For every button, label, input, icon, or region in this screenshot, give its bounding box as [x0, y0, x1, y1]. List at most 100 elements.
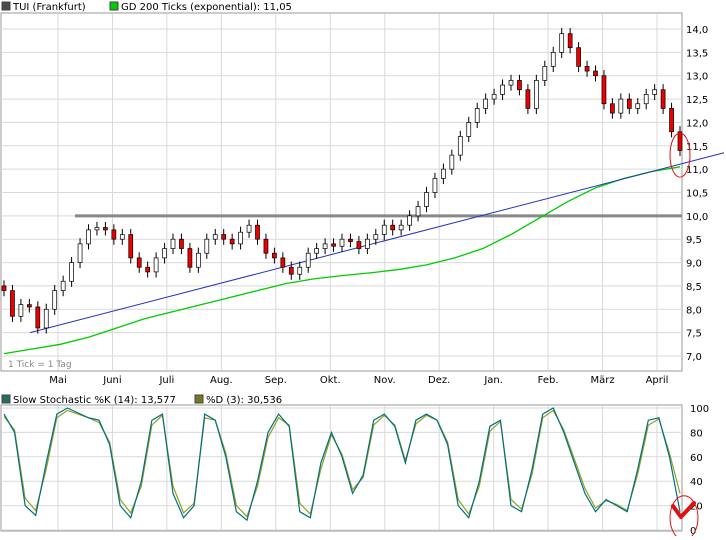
- candle-body: [187, 248, 193, 268]
- candle-body: [618, 98, 624, 114]
- time-tick-label: Jan.: [483, 375, 503, 386]
- candle-body: [212, 234, 218, 240]
- candle-body: [229, 238, 235, 245]
- candle-body: [170, 238, 176, 249]
- time-tick-label: Mai: [49, 375, 67, 386]
- k-legend-label: Slow Stochastic %K (14): 13,577: [13, 395, 176, 406]
- price-tick-label: 7,0: [686, 352, 702, 363]
- candle-body: [111, 229, 117, 240]
- candle-body: [373, 234, 379, 240]
- candle-body: [533, 80, 539, 109]
- sma-legend-swatch: [109, 1, 119, 11]
- candle-body: [348, 238, 353, 242]
- candle-body: [424, 192, 429, 207]
- candle-body: [35, 306, 41, 329]
- stock-chart: 14,013,513,012,512,011,511,010,510,09,59…: [0, 1, 725, 540]
- time-tick-label: Feb.: [538, 375, 559, 386]
- price-tick-label: 11,0: [686, 165, 708, 176]
- candle-body: [305, 252, 311, 268]
- stochastic-tick-label: 100: [690, 404, 709, 415]
- d-legend-swatch: [194, 394, 204, 404]
- candle-body: [331, 243, 336, 247]
- candle-body: [449, 154, 455, 170]
- price-tick-label: 8,0: [686, 305, 702, 316]
- candle-body: [43, 308, 49, 329]
- candle-body: [643, 94, 649, 105]
- time-axis: Mai Juni Juli Aug. Sep. Okt. Nov. Dez. Jan. Feb. M…: [49, 375, 668, 386]
- candle-body: [128, 234, 134, 259]
- price-tick-label: 14,0: [686, 25, 708, 36]
- candle-body: [27, 304, 32, 308]
- time-tick-label: Aug.: [210, 375, 233, 386]
- candle-body: [69, 262, 74, 282]
- candle-body: [145, 266, 150, 273]
- time-tick-label: Nov.: [374, 375, 396, 386]
- candle-body: [162, 248, 167, 259]
- candle-body: [432, 178, 438, 193]
- price-tick-label: 12,0: [686, 118, 708, 129]
- price-tick-label: 9,0: [686, 259, 702, 270]
- price-tick-label: 13,0: [686, 72, 708, 83]
- candle-body: [500, 84, 505, 95]
- candle-body: [652, 89, 658, 95]
- time-tick-label: April: [646, 375, 669, 386]
- candle-body: [10, 290, 15, 317]
- candle-body: [483, 98, 488, 109]
- candle-body: [246, 224, 252, 233]
- d-legend-label: %D (3): 30,536: [206, 395, 282, 406]
- candle-body: [593, 70, 598, 77]
- candle-body: [196, 252, 201, 268]
- time-tick-label: März: [590, 375, 614, 386]
- candle-body: [567, 33, 573, 49]
- candle-body: [263, 238, 269, 254]
- candle-body: [390, 224, 396, 231]
- candle-body: [288, 266, 294, 275]
- candle-body: [381, 224, 387, 235]
- candle-body: [474, 108, 480, 123]
- candle-body: [669, 108, 674, 133]
- price-tick-label: 10,0: [686, 212, 708, 223]
- candle-body: [365, 238, 370, 249]
- price-tick-label: 8,5: [686, 282, 702, 293]
- candle-body: [221, 234, 227, 240]
- time-tick-label: Sep.: [265, 375, 287, 386]
- price-legend-swatch: [1, 1, 11, 11]
- time-tick-label: Dez.: [428, 375, 450, 386]
- k-legend-swatch: [1, 394, 11, 404]
- time-tick-label: Okt.: [320, 375, 341, 386]
- stochastic-tick-label: 40: [690, 477, 703, 488]
- candle-body: [356, 241, 362, 249]
- candle-body: [280, 257, 286, 268]
- candle-body: [297, 266, 303, 275]
- candle-body: [94, 227, 100, 231]
- sma-legend-label: GD 200 Ticks (exponential): 11,05: [121, 2, 292, 13]
- time-tick-label: Juni: [102, 375, 121, 386]
- candle-body: [238, 231, 243, 245]
- candle-body: [559, 33, 565, 53]
- stochastic-plot-area: [0, 404, 683, 532]
- price-legend-label: TUI (Frankfurt): [12, 2, 86, 13]
- candle-body: [466, 122, 472, 137]
- candle-body: [584, 66, 590, 72]
- price-tick-label: 10,5: [686, 189, 708, 200]
- candle-body: [322, 243, 328, 249]
- candle-body: [415, 206, 421, 217]
- price-tick-label: 12,5: [686, 95, 708, 106]
- candle-body: [660, 89, 666, 109]
- price-tick-label: 9,5: [686, 235, 702, 246]
- time-tick-label: Juli: [158, 375, 174, 386]
- price-axis: 14,013,513,012,512,011,511,010,510,09,59…: [686, 25, 708, 363]
- candle-body: [77, 243, 83, 263]
- candle-body: [407, 215, 412, 226]
- candle-body: [525, 89, 531, 109]
- candle-body: [508, 80, 514, 86]
- candle-body: [339, 238, 345, 247]
- candle-body: [610, 103, 615, 114]
- candle-body: [52, 290, 58, 310]
- candle-body: [204, 238, 210, 254]
- candle-body: [60, 280, 66, 291]
- candle-body: [119, 234, 125, 240]
- main-legend: TUI (Frankfurt) GD 200 Ticks (exponentia…: [1, 1, 292, 13]
- stochastic-tick-label: 60: [690, 453, 703, 464]
- tick-note: 1 Tick = 1 Tag: [8, 360, 72, 370]
